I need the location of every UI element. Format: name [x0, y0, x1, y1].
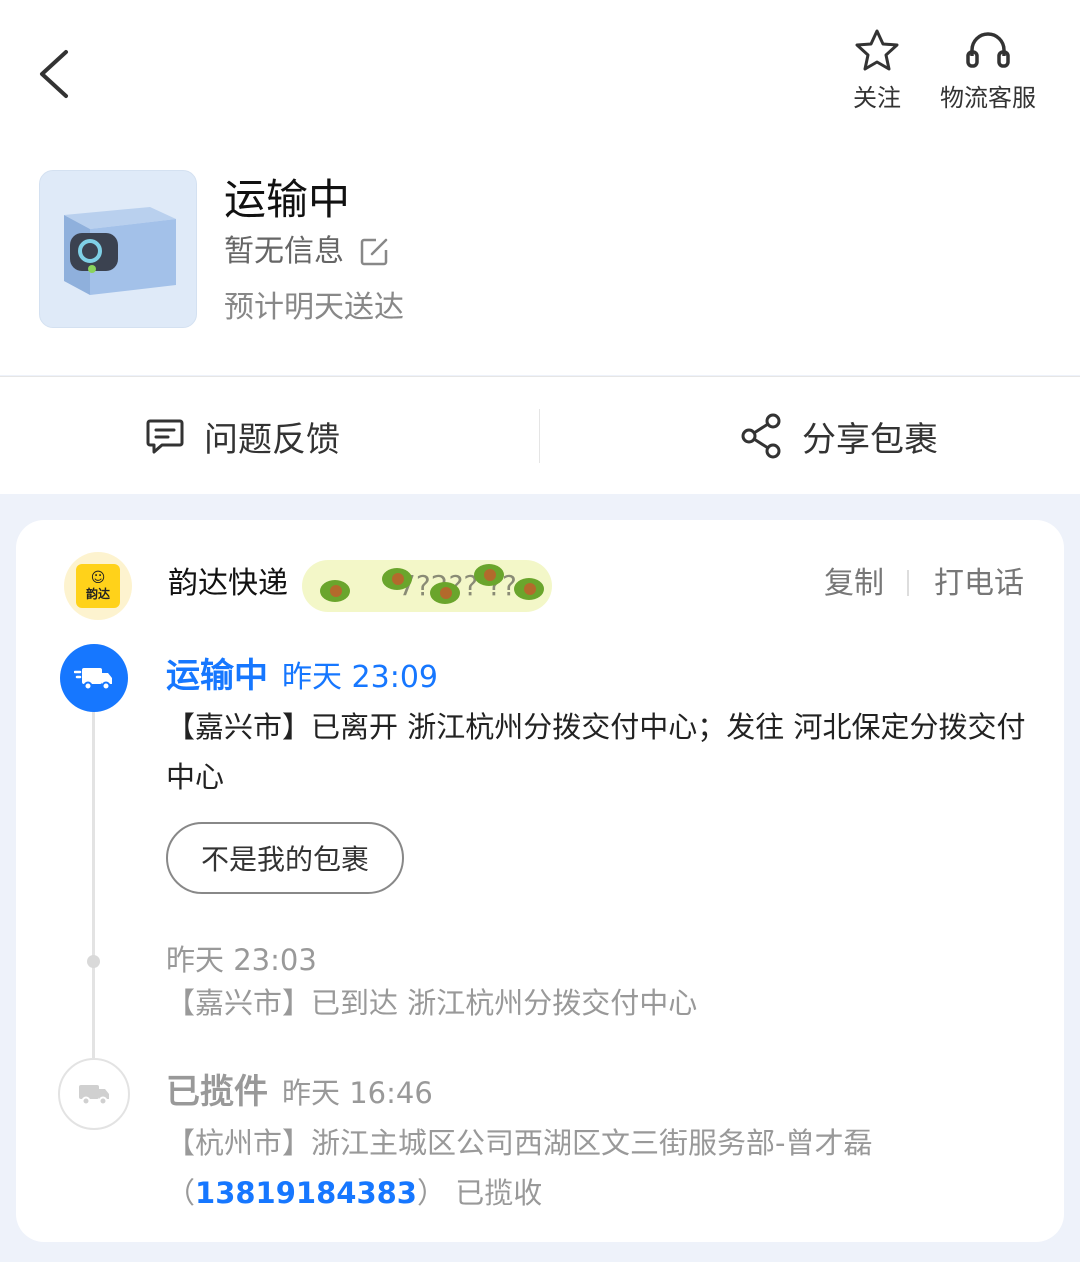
- event-2-time: 昨天 23:03: [166, 943, 317, 977]
- copy-call-divider: [907, 570, 909, 596]
- copy-button[interactable]: 复制: [824, 564, 884, 604]
- timeline-dot-current: [60, 644, 128, 712]
- tracking-number-redacted: 7?2?? ??12: [302, 560, 552, 612]
- feedback-button[interactable]: 问题反馈: [144, 377, 340, 495]
- truck-icon: [74, 668, 112, 691]
- not-my-package-button[interactable]: 不是我的包裹: [166, 822, 404, 894]
- logistics-service-button[interactable]: 物流客服: [932, 28, 1044, 113]
- event-1-status: 运输中: [166, 656, 268, 696]
- package-name-row: 暂无信息: [224, 232, 390, 272]
- avocado-sticker-icon: [382, 568, 412, 590]
- share-label: 分享包裹: [802, 419, 938, 460]
- action-divider: [539, 409, 540, 463]
- carrier-name: 韵达快递: [168, 566, 288, 601]
- timeline-dot-pickup: [58, 1058, 130, 1130]
- event-3-header: 已揽件 昨天 16:46: [166, 1070, 433, 1115]
- share-icon: [741, 413, 781, 459]
- carrier-logo: ☺ 韵达: [64, 552, 132, 620]
- courier-phone-link[interactable]: 13819184383: [195, 1176, 417, 1210]
- delivery-eta: 预计明天送达: [224, 290, 404, 325]
- carrier-logo-face-icon: ☺: [90, 569, 106, 586]
- package-status-title: 运输中: [224, 175, 351, 224]
- event-1-header: 运输中 昨天 23:09: [166, 654, 438, 700]
- service-label: 物流客服: [940, 84, 1036, 112]
- back-arrow-icon[interactable]: [32, 44, 80, 104]
- edit-icon[interactable]: [358, 236, 390, 268]
- event-2-description: 【嘉兴市】已到达 浙江杭州分拨交付中心: [166, 986, 698, 1020]
- call-button[interactable]: 打电话: [934, 564, 1024, 604]
- star-icon: [855, 29, 899, 71]
- event-3-status: 已揽件: [166, 1072, 268, 1112]
- event-1-time: 昨天 23:09: [282, 660, 438, 695]
- timeline-line: [92, 710, 95, 1058]
- share-button[interactable]: 分享包裹: [740, 377, 938, 495]
- event-3-desc-suffix: ） 已揽收: [416, 1176, 543, 1210]
- timeline-dot: [87, 955, 100, 968]
- tracking-card: ☺ 韵达 韵达快递 7?2?? ??12 复制 打电话 运输中 昨天 23:09…: [16, 520, 1064, 1242]
- message-icon: [146, 419, 184, 454]
- truck-icon: [79, 1085, 109, 1106]
- avocado-sticker-icon: [474, 564, 504, 586]
- event-3-description: 【杭州市】浙江主城区公司西湖区文三街服务部-曾才磊（13819184383） 已…: [166, 1118, 1046, 1218]
- feedback-label: 问题反馈: [204, 419, 340, 460]
- action-bar: 问题反馈 分享包裹: [0, 376, 1080, 494]
- event-3-time: 昨天 16:46: [282, 1076, 433, 1110]
- headset-icon: [966, 32, 1010, 68]
- follow-button[interactable]: 关注: [846, 28, 908, 113]
- package-image: [39, 170, 197, 328]
- avocado-sticker-icon: [514, 578, 544, 600]
- event-1-description: 【嘉兴市】已离开 浙江杭州分拨交付中心；发往 河北保定分拨交付中心: [166, 710, 1026, 794]
- avocado-sticker-icon: [320, 580, 350, 602]
- avocado-sticker-icon: [430, 582, 460, 604]
- carrier-logo-text: 韵达: [85, 586, 110, 601]
- package-name: 暂无信息: [224, 234, 344, 269]
- follow-label: 关注: [853, 84, 901, 112]
- header-section: 关注 物流客服 运输中 暂无信息 预计明天送达: [0, 0, 1080, 375]
